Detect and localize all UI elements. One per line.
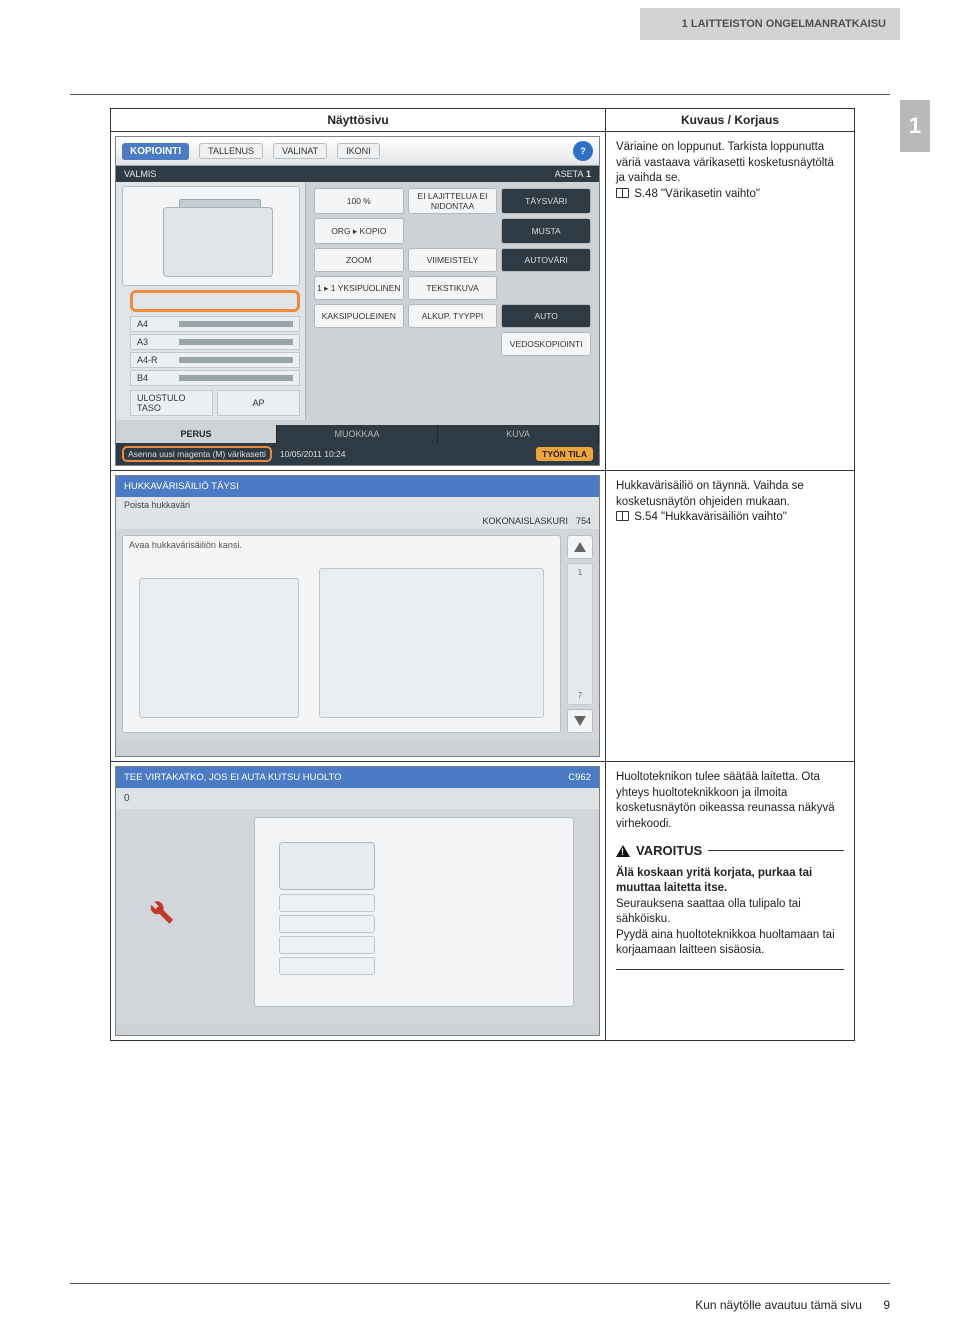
description-cell: Hukkavärisäiliö on täynnä. Vaihda se kos… <box>605 471 854 762</box>
orig-to-copy-tile[interactable]: ORG ▸ KOPIO <box>314 218 404 244</box>
screenshot-copy-screen: KOPIOINTI TALLENUS VALINAT IKONI ? VALMI… <box>115 136 600 466</box>
row3-warning-rest: Seurauksena saattaa olla tulipalo tai sä… <box>616 898 835 957</box>
table-header-screenshot: Näyttösivu <box>111 109 606 132</box>
row2-description: Hukkavärisäiliö on täynnä. Vaihda se kos… <box>616 480 804 508</box>
autocolor-tile[interactable]: AUTOVÄRI <box>501 248 591 272</box>
manual-reference-icon <box>616 511 629 521</box>
footer-section-title: Kun näytölle avautuu tämä sivu <box>695 1298 862 1312</box>
warning-label: VAROITUS <box>636 842 702 860</box>
table-row: HUKKAVÄRISÄILIÖ TÄYSI Poista hukkaväri K… <box>111 471 855 762</box>
screen-subtitle: Poista hukkaväri <box>116 497 599 513</box>
printer-illustration <box>122 186 300 286</box>
black-tile[interactable]: MUSTA <box>501 218 591 244</box>
table-row: KOPIOINTI TALLENUS VALINAT IKONI ? VALMI… <box>111 132 855 471</box>
fullcolor-tile[interactable]: TÄYSVÄRI <box>501 188 591 214</box>
help-icon[interactable]: ? <box>573 141 593 161</box>
sort-staple-tile[interactable]: EI LAJITTELUA EI NIDONTAA <box>408 188 498 214</box>
row1-description: Väriaine on loppunut. Tarkista loppunutt… <box>616 141 834 184</box>
description-cell: Huoltoteknikon tulee säätää laitetta. Ot… <box>605 762 854 1041</box>
output-tray-button[interactable]: ULOSTULO TASO <box>130 390 213 416</box>
paper-row[interactable]: A3 <box>130 334 300 350</box>
copier-illustration-panel <box>254 817 574 1007</box>
divider <box>70 94 890 95</box>
highlight-box <box>130 290 300 312</box>
table-row: TEE VIRTAKATKO, JOS EI AUTA KUTSU HUOLTO… <box>111 762 855 1041</box>
description-cell: Väriaine on loppunut. Tarkista loppunutt… <box>605 132 854 471</box>
scroll-controls: 1 7 <box>567 535 593 733</box>
screen-title: TEE VIRTAKATKO, JOS EI AUTA KUTSU HUOLTO <box>124 772 342 783</box>
service-wrench-icon <box>142 893 176 927</box>
chip[interactable]: TALLENUS <box>199 143 263 159</box>
bottom-tabs: PERUS MUOKKAA KUVA <box>116 425 599 443</box>
screenshot-wastetoner-screen: HUKKAVÄRISÄILIÖ TÄYSI Poista hukkaväri K… <box>115 475 600 757</box>
auto-exposure-button[interactable]: AUTO <box>501 304 591 328</box>
troubleshooting-table: Näyttösivu Kuvaus / Korjaus KOPIOINTI TA… <box>110 108 855 1041</box>
scroll-up-button[interactable] <box>567 535 593 559</box>
divider <box>70 1283 890 1284</box>
scroll-down-button[interactable] <box>567 709 593 733</box>
row3-warning-bold: Älä koskaan yritä korjata, purkaa tai mu… <box>616 867 812 895</box>
row2-reference: S.54 "Hukkavärisäiliön vaihto" <box>634 511 787 523</box>
divider <box>616 969 844 970</box>
instruction-panel: Avaa hukkavärisäiliön kansi. <box>122 535 561 733</box>
total-counter-label: KOKONAISLASKURI <box>482 516 568 526</box>
duplex-button[interactable]: KAKSIPUOLEINEN <box>314 304 404 328</box>
chip[interactable]: VALINAT <box>273 143 327 159</box>
zoom-percent-tile[interactable]: 100 % <box>314 188 404 214</box>
table-header-description: Kuvaus / Korjaus <box>605 109 854 132</box>
scroll-track[interactable]: 1 7 <box>567 563 593 705</box>
total-counter-value: 754 <box>576 516 591 526</box>
tab-image[interactable]: KUVA <box>438 425 599 443</box>
simplex-button[interactable]: 1 ▸ 1 YKSIPUOLINEN <box>314 276 404 300</box>
manual-reference-icon <box>616 188 629 198</box>
paper-row[interactable]: A4 <box>130 316 300 332</box>
paper-row[interactable]: B4 <box>130 370 300 386</box>
warning-triangle-icon <box>616 845 630 857</box>
page-number: 9 <box>883 1298 890 1312</box>
chapter-number-tab: 1 <box>900 100 930 152</box>
tab-edit[interactable]: MUOKKAA <box>277 425 438 443</box>
row1-reference: S.48 "Värikasetin vaihto" <box>634 188 760 200</box>
chip[interactable]: IKONI <box>337 143 380 159</box>
hand-open-cover-illustration <box>319 568 544 718</box>
status-ready: VALMIS <box>124 169 156 179</box>
tab-basic[interactable]: PERUS <box>116 425 277 443</box>
job-status-button[interactable]: TYÖN TILA <box>536 447 593 461</box>
orig-type-button[interactable]: ALKUP. TYYPPI <box>408 304 498 328</box>
screen-subtitle: 0 <box>116 788 599 809</box>
paper-source-button[interactable]: AP <box>217 390 300 416</box>
finishing-button[interactable]: VIIMEISTELY <box>408 248 498 272</box>
copier-illustration <box>279 842 375 992</box>
status-message: Asenna uusi magenta (M) värikasetti <box>122 446 272 462</box>
row3-paragraph-1: Huoltoteknikon tulee säätää laitetta. Ot… <box>616 771 835 830</box>
paper-row[interactable]: A4-R <box>130 352 300 368</box>
error-code: C962 <box>568 772 591 783</box>
page-footer: Kun näytölle avautuu tämä sivu 9 <box>695 1298 890 1312</box>
zoom-button[interactable]: ZOOM <box>314 248 404 272</box>
paper-tray-list: A4 A3 A4-R B4 ULOSTULO TASO AP <box>130 316 300 418</box>
textimage-button[interactable]: TEKSTIKUVA <box>408 276 498 300</box>
copier-illustration <box>139 578 299 718</box>
copy-tab[interactable]: KOPIOINTI <box>122 143 189 160</box>
page-header: 1 LAITTEISTON ONGELMANRATKAISU <box>640 8 900 40</box>
divider <box>708 850 844 851</box>
proof-copy-button[interactable]: VEDOSKOPIOINTI <box>501 332 591 356</box>
instruction-step: Avaa hukkavärisäiliön kansi. <box>129 540 242 550</box>
screenshot-service-screen: TEE VIRTAKATKO, JOS EI AUTA KUTSU HUOLTO… <box>115 766 600 1036</box>
screen-title: HUKKAVÄRISÄILIÖ TÄYSI <box>116 476 599 497</box>
copy-count: 1 <box>586 169 591 179</box>
status-timestamp: 10/05/2011 10:24 <box>280 449 346 459</box>
label-aseta: ASETA <box>555 169 584 179</box>
